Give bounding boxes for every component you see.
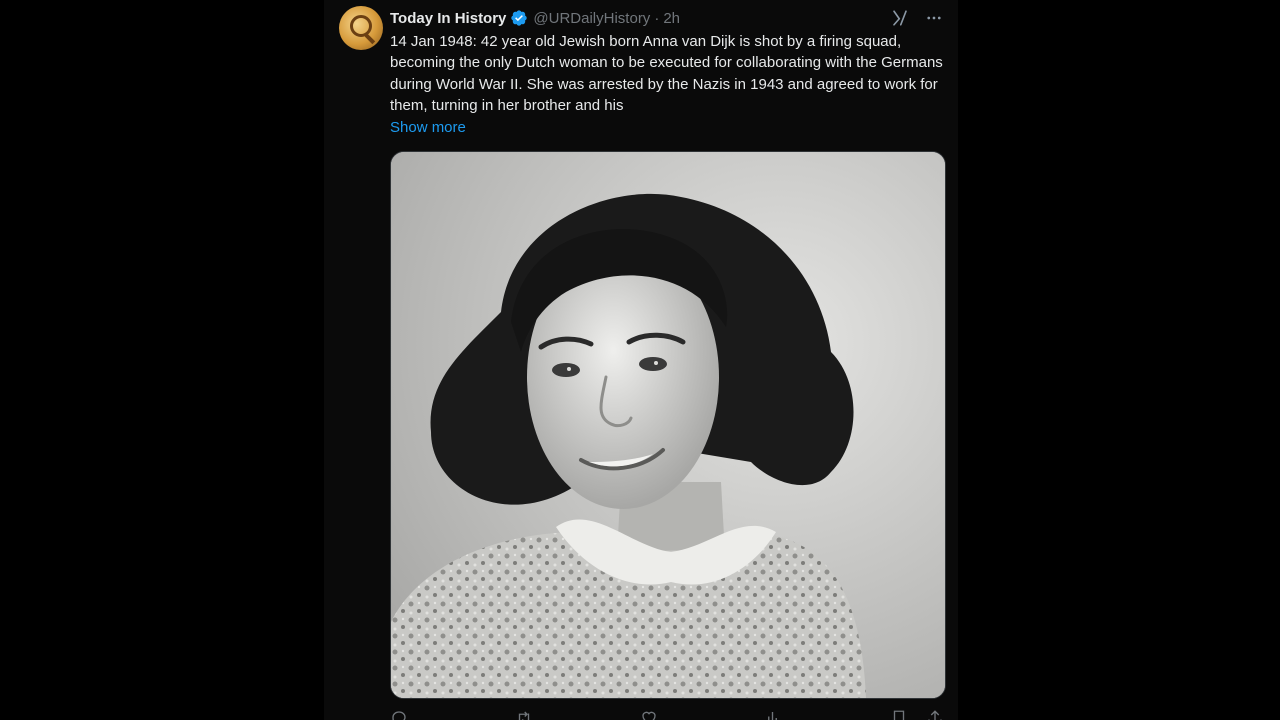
- tweet-photo[interactable]: [390, 151, 946, 699]
- more-icon[interactable]: [924, 8, 944, 28]
- portrait-photo: [391, 152, 945, 698]
- share-button[interactable]: [926, 709, 944, 720]
- bookmark-button[interactable]: [890, 709, 908, 720]
- views-button[interactable]: [765, 709, 783, 720]
- retweet-button[interactable]: [515, 709, 533, 720]
- show-more-link[interactable]: Show more: [390, 117, 466, 138]
- tweet-timestamp[interactable]: 2h: [663, 10, 680, 27]
- heart-icon: [642, 711, 656, 720]
- reply-button[interactable]: [390, 709, 408, 720]
- magnifying-glass-icon: [350, 15, 372, 37]
- tweet-action-bar: [390, 708, 944, 720]
- tweet-header: Today In History @URDailyHistory · 2h: [390, 7, 680, 29]
- screen: Today In History @URDailyHistory · 2h 14…: [0, 0, 1280, 720]
- tweet-secondary-actions: [890, 709, 944, 720]
- tweet-header-actions: [890, 8, 944, 28]
- like-button[interactable]: [640, 709, 658, 720]
- grok-icon[interactable]: [890, 8, 910, 28]
- header-separator: ·: [654, 9, 660, 27]
- bookmark-icon: [893, 710, 905, 720]
- verified-badge-icon: [510, 9, 528, 27]
- author-handle[interactable]: @URDailyHistory: [533, 10, 650, 27]
- author-display-name[interactable]: Today In History: [390, 10, 506, 27]
- views-icon: [768, 712, 777, 720]
- retweet-icon: [518, 711, 530, 720]
- reply-icon: [392, 711, 406, 720]
- tweet[interactable]: Today In History @URDailyHistory · 2h 14…: [324, 0, 958, 720]
- tweet-text: 14 Jan 1948: 42 year old Jewish born Ann…: [390, 33, 943, 115]
- author-avatar[interactable]: [339, 6, 383, 50]
- share-icon: [928, 710, 942, 720]
